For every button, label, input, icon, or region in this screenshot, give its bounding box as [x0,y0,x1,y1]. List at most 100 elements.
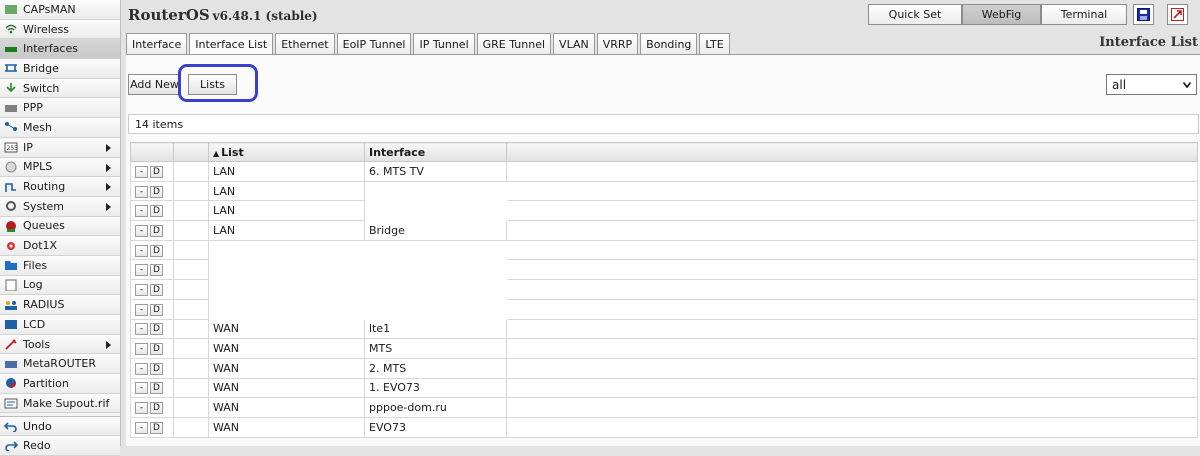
sidebar-item-label: Interfaces [23,42,78,56]
table-row[interactable]: -D [130,239,1198,261]
sidebar-item-undo[interactable]: Undo [0,416,120,437]
remove-button[interactable]: - [135,224,148,237]
terminal-button[interactable]: Terminal [1041,4,1127,25]
sidebar-item-bridge[interactable]: Bridge [0,59,120,79]
cell-interface: lte1 [364,318,507,340]
table-row[interactable]: - D WAN lte1 [130,318,1198,340]
sidebar-item-log[interactable]: Log [0,275,120,296]
disable-button[interactable]: D [150,303,163,316]
table-row[interactable]: - D WAN pppoe-dom.ru [130,397,1198,418]
svg-text:255: 255 [7,145,19,152]
sidebar-item-wireless[interactable]: Wireless [0,19,120,40]
sidebar-item-mesh[interactable]: Mesh [0,118,120,138]
sidebar-item-tools[interactable]: Tools [0,334,120,355]
remove-button[interactable]: - [135,343,148,356]
sidebar-item-routing[interactable]: Routing [0,177,120,197]
row-actions: -D [130,397,174,418]
tab-ip-tunnel[interactable]: IP Tunnel [413,33,475,54]
remove-button[interactable]: - [135,323,148,336]
tab-gre-tunnel[interactable]: GRE Tunnel [476,33,552,54]
sidebar-item-label: Tools [23,337,51,351]
disable-button[interactable]: D [150,382,163,395]
table-row[interactable]: - D LAN [130,200,1198,222]
section-title: Interface List [1099,35,1198,50]
lists-button[interactable]: Lists [188,74,237,95]
sidebar-item-metarouter[interactable]: MetaROUTER [0,354,120,375]
tab-vlan[interactable]: VLAN [553,33,595,54]
sidebar-item-files[interactable]: Files [0,255,120,276]
disable-button[interactable]: D [150,185,163,198]
sidebar-item-label: Make Supout.rif [23,396,110,410]
sidebar-item-switch[interactable]: Switch [0,78,120,99]
tab-ethernet[interactable]: Ethernet [275,33,335,54]
sidebar-item-ip[interactable]: 255 IP [0,137,120,158]
remove-button[interactable]: - [135,382,148,395]
table-row[interactable]: -D [130,279,1198,300]
save-icon[interactable] [1133,4,1154,25]
sidebar-item-lcd[interactable]: LCD [0,315,120,335]
remove-button[interactable]: - [135,362,148,375]
cell-interface: pppoe-dom.ru [364,397,507,418]
sidebar-item-interfaces[interactable]: Interfaces [0,39,120,60]
cell-interface [364,298,507,320]
table-row[interactable]: - D LAN [130,180,1198,202]
disable-button[interactable]: D [150,343,163,356]
disable-button[interactable]: D [150,224,163,237]
tab-vrrp[interactable]: VRRP [596,33,639,54]
sidebar-item-capsman[interactable]: CAPsMAN [0,0,120,20]
disable-button[interactable]: D [150,402,163,415]
remove-button[interactable]: - [135,185,148,198]
disable-button[interactable]: D [150,165,163,178]
sidebar-item-make-supout-rif[interactable]: Make Supout.rif [0,393,120,414]
remove-button[interactable]: - [135,264,148,277]
remove-button[interactable]: - [135,244,148,257]
disable-button[interactable]: D [150,205,163,218]
column-header-interface[interactable]: Interface [364,142,507,162]
table-row[interactable]: - D LAN Bridge [130,220,1198,241]
remove-button[interactable]: - [135,283,148,296]
disable-button[interactable]: D [150,362,163,375]
table-row[interactable]: -D [130,259,1198,281]
chevron-down-icon [1183,82,1191,88]
remove-button[interactable]: - [135,421,148,434]
sidebar-item-mpls[interactable]: MPLS [0,157,120,178]
sidebar-item-queues[interactable]: Queues [0,216,120,237]
tab-interface[interactable]: Interface [126,33,188,54]
table-row[interactable]: -D [130,298,1198,320]
filter-select[interactable]: all [1106,74,1197,95]
sidebar-item-label: RADIUS [23,298,65,312]
sidebar-item-system[interactable]: System [0,196,120,217]
disable-button[interactable]: D [150,421,163,434]
cell-filler [506,220,1198,241]
tab-lte[interactable]: LTE [699,33,730,54]
sidebar-item-label: MPLS [23,160,53,174]
disable-button[interactable]: D [150,323,163,336]
remove-button[interactable]: - [135,205,148,218]
disable-button[interactable]: D [150,283,163,296]
column-label-list: List [221,145,244,159]
tab-eoip-tunnel[interactable]: EoIP Tunnel [336,33,412,54]
sidebar-item-radius[interactable]: RADIUS [0,295,120,315]
sidebar-item-partition[interactable]: Partition [0,374,120,394]
sidebar-item-dot1x[interactable]: Dot1X [0,236,120,256]
logout-icon[interactable] [1167,4,1188,25]
remove-button[interactable]: - [135,303,148,316]
remove-button[interactable]: - [135,402,148,415]
disable-button[interactable]: D [150,244,163,257]
tab-bonding[interactable]: Bonding [640,33,698,54]
table-row[interactable]: - D WAN 1. EVO73 [130,377,1198,399]
column-header-list[interactable]: ▲ List [208,142,365,162]
submenu-arrow-icon [106,183,111,192]
table-row[interactable]: - D WAN 2. MTS [130,357,1198,379]
table-row[interactable]: - D WAN MTS [130,338,1198,359]
quick-set-button[interactable]: Quick Set [868,4,962,25]
add-new-button[interactable]: Add New [128,74,181,95]
sidebar-item-ppp[interactable]: PPP [0,98,120,119]
disable-button[interactable]: D [150,264,163,277]
webfig-button[interactable]: WebFig [962,4,1041,25]
table-row[interactable]: - D WAN EVO73 [130,416,1198,438]
metarouter-icon [4,358,18,370]
tab-interface-list[interactable]: Interface List [189,33,274,55]
remove-button[interactable]: - [135,165,148,178]
table-row[interactable]: - D LAN 6. MTS TV [130,161,1198,182]
